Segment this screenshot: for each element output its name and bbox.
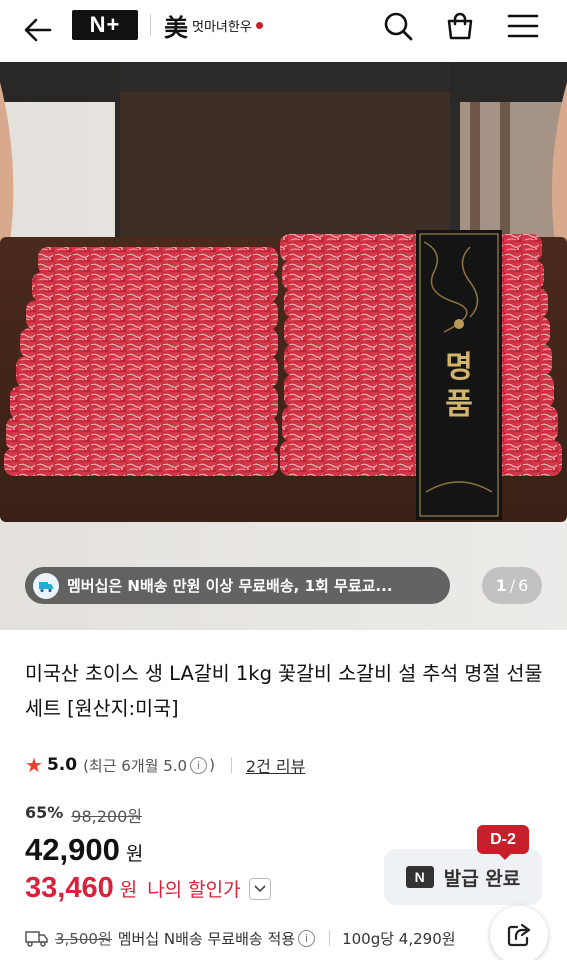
my-price-expand-button[interactable]: [248, 877, 271, 900]
rating-divider: [230, 757, 232, 773]
my-price-unit: 원: [119, 879, 138, 901]
brand-logo[interactable]: 美 멋마녀한우: [164, 10, 263, 42]
membership-promo-banner[interactable]: 멤버십은 N배송 만원 이상 무료배송, 1회 무료교...: [25, 567, 450, 604]
image-counter-separator: /: [509, 576, 516, 595]
search-icon: [384, 12, 413, 41]
my-price-value: 33,460: [25, 872, 114, 904]
back-arrow-icon: [24, 18, 52, 42]
brand-mark: 美: [164, 12, 188, 42]
membership-promo-text: 멤버십은 N배송 만원 이상 무료배송, 1회 무료교...: [67, 577, 393, 595]
shipping-row: 3,500원 멤버십 N배송 무료배송 적용 i 100g당 4,290원: [25, 926, 495, 950]
dday-badge: D-2: [477, 825, 529, 860]
delivery-icon: [33, 572, 59, 599]
rating-row: ★ 5.0 (최근 6개월 5.0 i ) 2건 리뷰: [25, 752, 305, 778]
search-button[interactable]: [376, 6, 420, 46]
sale-price-unit: 원: [125, 843, 144, 865]
chevron-down-icon: [254, 884, 266, 892]
cart-button[interactable]: [438, 6, 482, 46]
shipping-fee: 3,500원: [55, 929, 112, 948]
svg-text:품: 품: [445, 387, 473, 422]
star-icon: ★: [25, 753, 43, 777]
share-icon: [507, 923, 531, 947]
menu-button[interactable]: [501, 6, 545, 46]
header-divider: [150, 14, 151, 36]
discount-rate: 65%: [25, 803, 64, 822]
svg-text:명: 명: [445, 350, 473, 385]
share-button[interactable]: [490, 906, 548, 960]
original-price: 98,200원: [71, 807, 143, 826]
shipping-text: 멤버십 N배송 무료배송 적용: [117, 929, 296, 948]
shipping-info-icon[interactable]: i: [298, 929, 316, 947]
info-icon[interactable]: i: [190, 756, 208, 774]
truck-icon: [25, 929, 49, 947]
my-discount-price: 33,460 원 나의 할인가: [25, 872, 271, 905]
image-counter: 1 / 6: [482, 567, 542, 604]
discount-row: 65% 98,200원: [25, 803, 142, 827]
n-badge-icon: N: [405, 866, 434, 888]
cart-icon: [447, 12, 473, 40]
naver-plus-logo[interactable]: N+: [72, 10, 138, 40]
product-photo: 명 품: [0, 62, 567, 630]
brand-name: 멋마녀한우: [192, 19, 252, 35]
brand-seal: [255, 21, 263, 29]
rating-score: 5.0: [46, 755, 78, 775]
back-button[interactable]: [18, 10, 58, 50]
coupon-label: 발급 완료: [443, 867, 521, 890]
my-price-label: 나의 할인가: [147, 879, 241, 901]
shipping-divider: [329, 930, 331, 946]
product-title: 미국산 초이스 생 LA갈비 1kg 꽃갈비 소갈비 설 추석 명절 선물 세트…: [25, 662, 543, 720]
menu-icon: [507, 14, 539, 38]
coupon-button[interactable]: N 발급 완료: [384, 849, 542, 905]
sale-price-value: 42,900: [25, 832, 120, 867]
image-counter-total: 6: [518, 576, 529, 595]
product-image[interactable]: 명 품 멤버십은 N배송 만원 이상 무료배송, 1회 무료교... 1 / 6: [0, 62, 567, 630]
review-link[interactable]: 2건 리뷰: [246, 753, 305, 777]
unit-price: 100g당 4,290원: [342, 929, 456, 948]
sale-price: 42,900 원: [25, 832, 143, 868]
image-counter-current: 1: [495, 576, 507, 595]
rating-recent-close: ): [209, 756, 215, 774]
rating-recent: (최근 6개월 5.0: [83, 756, 188, 775]
top-header: N+ 美 멋마녀한우: [0, 0, 567, 62]
